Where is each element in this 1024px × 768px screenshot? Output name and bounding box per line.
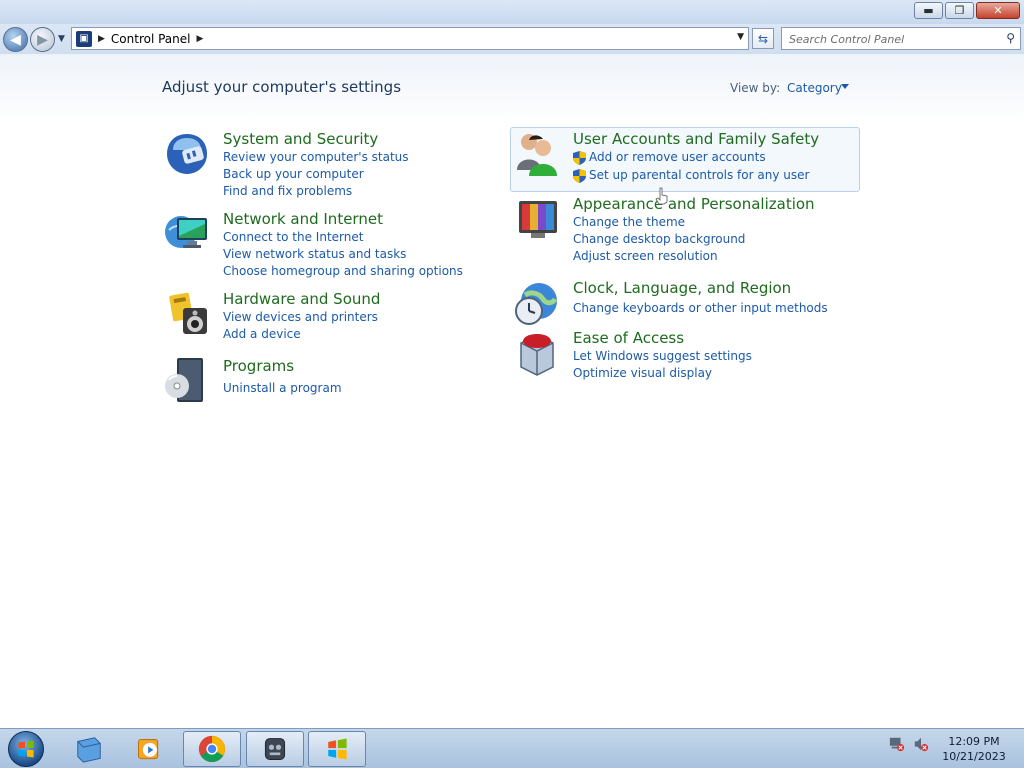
category-user-accounts: User Accounts and Family Safety Add or r… [513,130,858,190]
category-title[interactable]: Hardware and Sound [223,290,380,308]
restore-button[interactable]: ❐ [945,2,974,19]
category-title[interactable]: Appearance and Personalization [573,195,815,213]
category-network-internet: Network and Internet Connect to the Inte… [163,210,483,280]
network-internet-icon [165,216,207,248]
window-controls: ▬ ❐ ✕ [912,2,1020,19]
chrome-icon [198,735,226,763]
navigation-bar: ◀ ▶ ▼ ▣ ▶ Control Panel ▶ ▼ ⇆ ⚲ [0,24,1024,54]
minimize-icon: ▬ [923,4,934,17]
clock[interactable]: 12:09 PM 10/21/2023 [935,734,1013,764]
control-panel-icon: ▣ [76,30,92,47]
control-panel-content: Adjust your computer's settings View by:… [0,54,1024,728]
search-input[interactable] [782,29,992,50]
link-find-fix-problems[interactable]: Find and fix problems [223,184,352,198]
category-clock-language: Clock, Language, and Region Change keybo… [513,279,858,327]
category-title[interactable]: Programs [223,357,294,375]
programs-icon [165,358,203,402]
category-hardware-sound: Hardware and Sound View devices and prin… [163,290,483,350]
view-by-caret-icon[interactable] [841,84,849,89]
breadcrumb-chevron-icon[interactable]: ▶ [98,34,105,44]
network-monitor-icon [889,737,905,752]
back-arrow-icon: ◀ [10,31,21,48]
link-back-up[interactable]: Back up your computer [223,167,364,181]
category-title[interactable]: User Accounts and Family Safety [573,130,819,148]
link-devices-printers[interactable]: View devices and printers [223,310,378,324]
start-button[interactable] [8,731,44,767]
category-programs: Programs Uninstall a program [163,356,483,406]
refresh-button[interactable]: ⇆ [752,28,774,49]
view-by-dropdown[interactable]: Category [787,81,842,95]
close-button[interactable]: ✕ [976,2,1020,19]
page-title: Adjust your computer's settings [162,78,402,96]
link-windows-suggest[interactable]: Let Windows suggest settings [573,349,752,363]
category-title[interactable]: Network and Internet [223,210,383,228]
media-player-icon [138,738,159,760]
link-parental-controls[interactable]: Set up parental controls for any user [589,168,809,182]
system-tray [885,735,933,753]
hand-cursor-icon [655,187,668,205]
app-icon [264,738,286,760]
admin-shield-icon [573,151,586,165]
search-icon[interactable]: ⚲ [1006,31,1015,45]
minimize-button[interactable]: ▬ [914,2,943,19]
windows-logo-icon [18,740,34,758]
windows-flag-icon [328,738,347,760]
link-homegroup-sharing[interactable]: Choose homegroup and sharing options [223,264,463,278]
system-security-icon [167,134,207,174]
link-desktop-background[interactable]: Change desktop background [573,232,745,246]
speaker-icon [914,737,929,752]
taskbar-chrome[interactable] [183,731,241,767]
taskbar-explorer[interactable] [60,731,118,767]
hardware-sound-icon [169,292,207,334]
title-bar: ▬ ❐ ✕ [0,0,1024,24]
restore-icon: ❐ [954,4,965,17]
clock-time: 12:09 PM [948,735,1000,748]
address-bar[interactable]: ▣ ▶ Control Panel ▶ ▼ [71,27,749,50]
forward-button[interactable]: ▶ [30,27,55,52]
address-dropdown-icon[interactable]: ▼ [737,32,744,42]
link-uninstall-program[interactable]: Uninstall a program [223,381,342,395]
recent-pages-dropdown[interactable]: ▼ [58,34,65,44]
volume-muted-icon[interactable] [912,735,930,753]
network-status-icon[interactable] [888,735,906,753]
clock-date: 10/21/2023 [942,750,1006,763]
link-add-remove-accounts[interactable]: Add or remove user accounts [589,150,766,164]
link-network-status[interactable]: View network status and tasks [223,247,406,261]
link-optimize-visual[interactable]: Optimize visual display [573,366,712,380]
category-title[interactable]: Clock, Language, and Region [573,279,791,297]
category-appearance: Appearance and Personalization Change th… [513,195,858,265]
explorer-icon [77,737,101,763]
forward-arrow-icon: ▶ [37,31,48,48]
breadcrumb-control-panel[interactable]: Control Panel [111,32,191,46]
refresh-icon: ⇆ [757,31,769,46]
taskbar: 12:09 PM 10/21/2023 [0,728,1024,768]
user-accounts-icon [517,134,557,176]
link-change-theme[interactable]: Change the theme [573,215,685,229]
link-screen-resolution[interactable]: Adjust screen resolution [573,249,718,263]
taskbar-app[interactable] [246,731,304,767]
view-by-label: View by: [730,81,781,95]
close-icon: ✕ [993,4,1003,17]
category-title[interactable]: Ease of Access [573,329,684,347]
link-connect-internet[interactable]: Connect to the Internet [223,230,363,244]
link-keyboards-input[interactable]: Change keyboards or other input methods [573,301,828,315]
clock-language-icon [515,283,558,325]
back-button[interactable]: ◀ [3,27,28,52]
ease-of-access-icon [520,334,554,376]
admin-shield-icon [573,169,586,183]
category-ease-of-access: Ease of Access Let Windows suggest setti… [513,329,858,389]
appearance-icon [519,201,557,238]
taskbar-control-panel[interactable] [308,731,366,767]
search-box[interactable]: ⚲ [781,27,1021,50]
link-review-status[interactable]: Review your computer's status [223,150,409,164]
category-system-security: System and Security Review your computer… [163,130,483,200]
breadcrumb-chevron-icon[interactable]: ▶ [197,34,204,44]
taskbar-media-player[interactable] [120,731,178,767]
category-title[interactable]: System and Security [223,130,378,148]
link-add-device[interactable]: Add a device [223,327,301,341]
